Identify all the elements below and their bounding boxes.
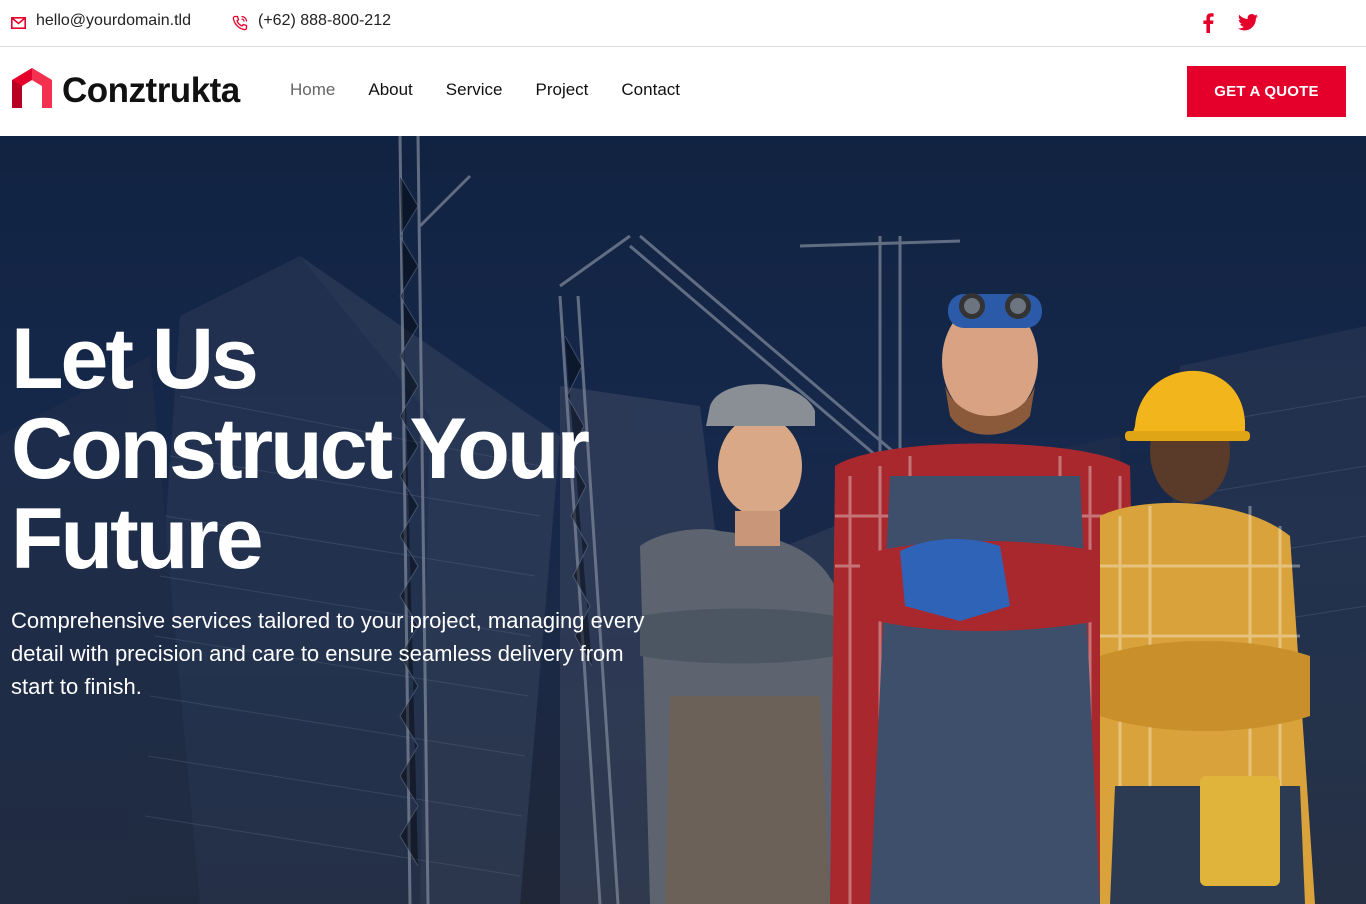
get-a-quote-button[interactable]: GET A QUOTE [1187,66,1346,117]
logo-text: Conztrukta [62,71,240,110]
hero-title-line-2: Construct Your [11,401,590,497]
main-nav: Home About Service Project Contact [290,80,713,100]
phone-icon [232,15,248,36]
twitter-icon[interactable] [1238,14,1258,36]
nav-item-about[interactable]: About [368,80,412,100]
hero-title-line-3: Future [11,491,264,587]
nav-item-home[interactable]: Home [290,80,335,100]
nav-item-contact[interactable]: Contact [621,80,680,100]
top-bar: hello@yourdomain.tld (+62) 888-800-212 [0,0,1366,47]
nav-item-project[interactable]: Project [535,80,588,100]
site-logo[interactable]: Conztrukta [10,66,240,115]
hero-subtitle: Comprehensive services tailored to your … [11,608,645,699]
phone-link[interactable]: (+62) 888-800-212 [258,12,391,30]
main-header: Conztrukta Home About Service Project Co… [0,48,1366,136]
hero-title: Let Us Construct Your Future [11,314,651,584]
facebook-icon[interactable] [1202,13,1214,38]
email-icon [11,16,26,34]
email-link[interactable]: hello@yourdomain.tld [36,12,191,30]
nav-item-service[interactable]: Service [446,80,503,100]
hero-section: Let Us Construct Your Future Comprehensi… [0,136,1366,904]
hero-title-line-1: Let Us [11,311,259,407]
logo-mark-icon [10,66,56,115]
